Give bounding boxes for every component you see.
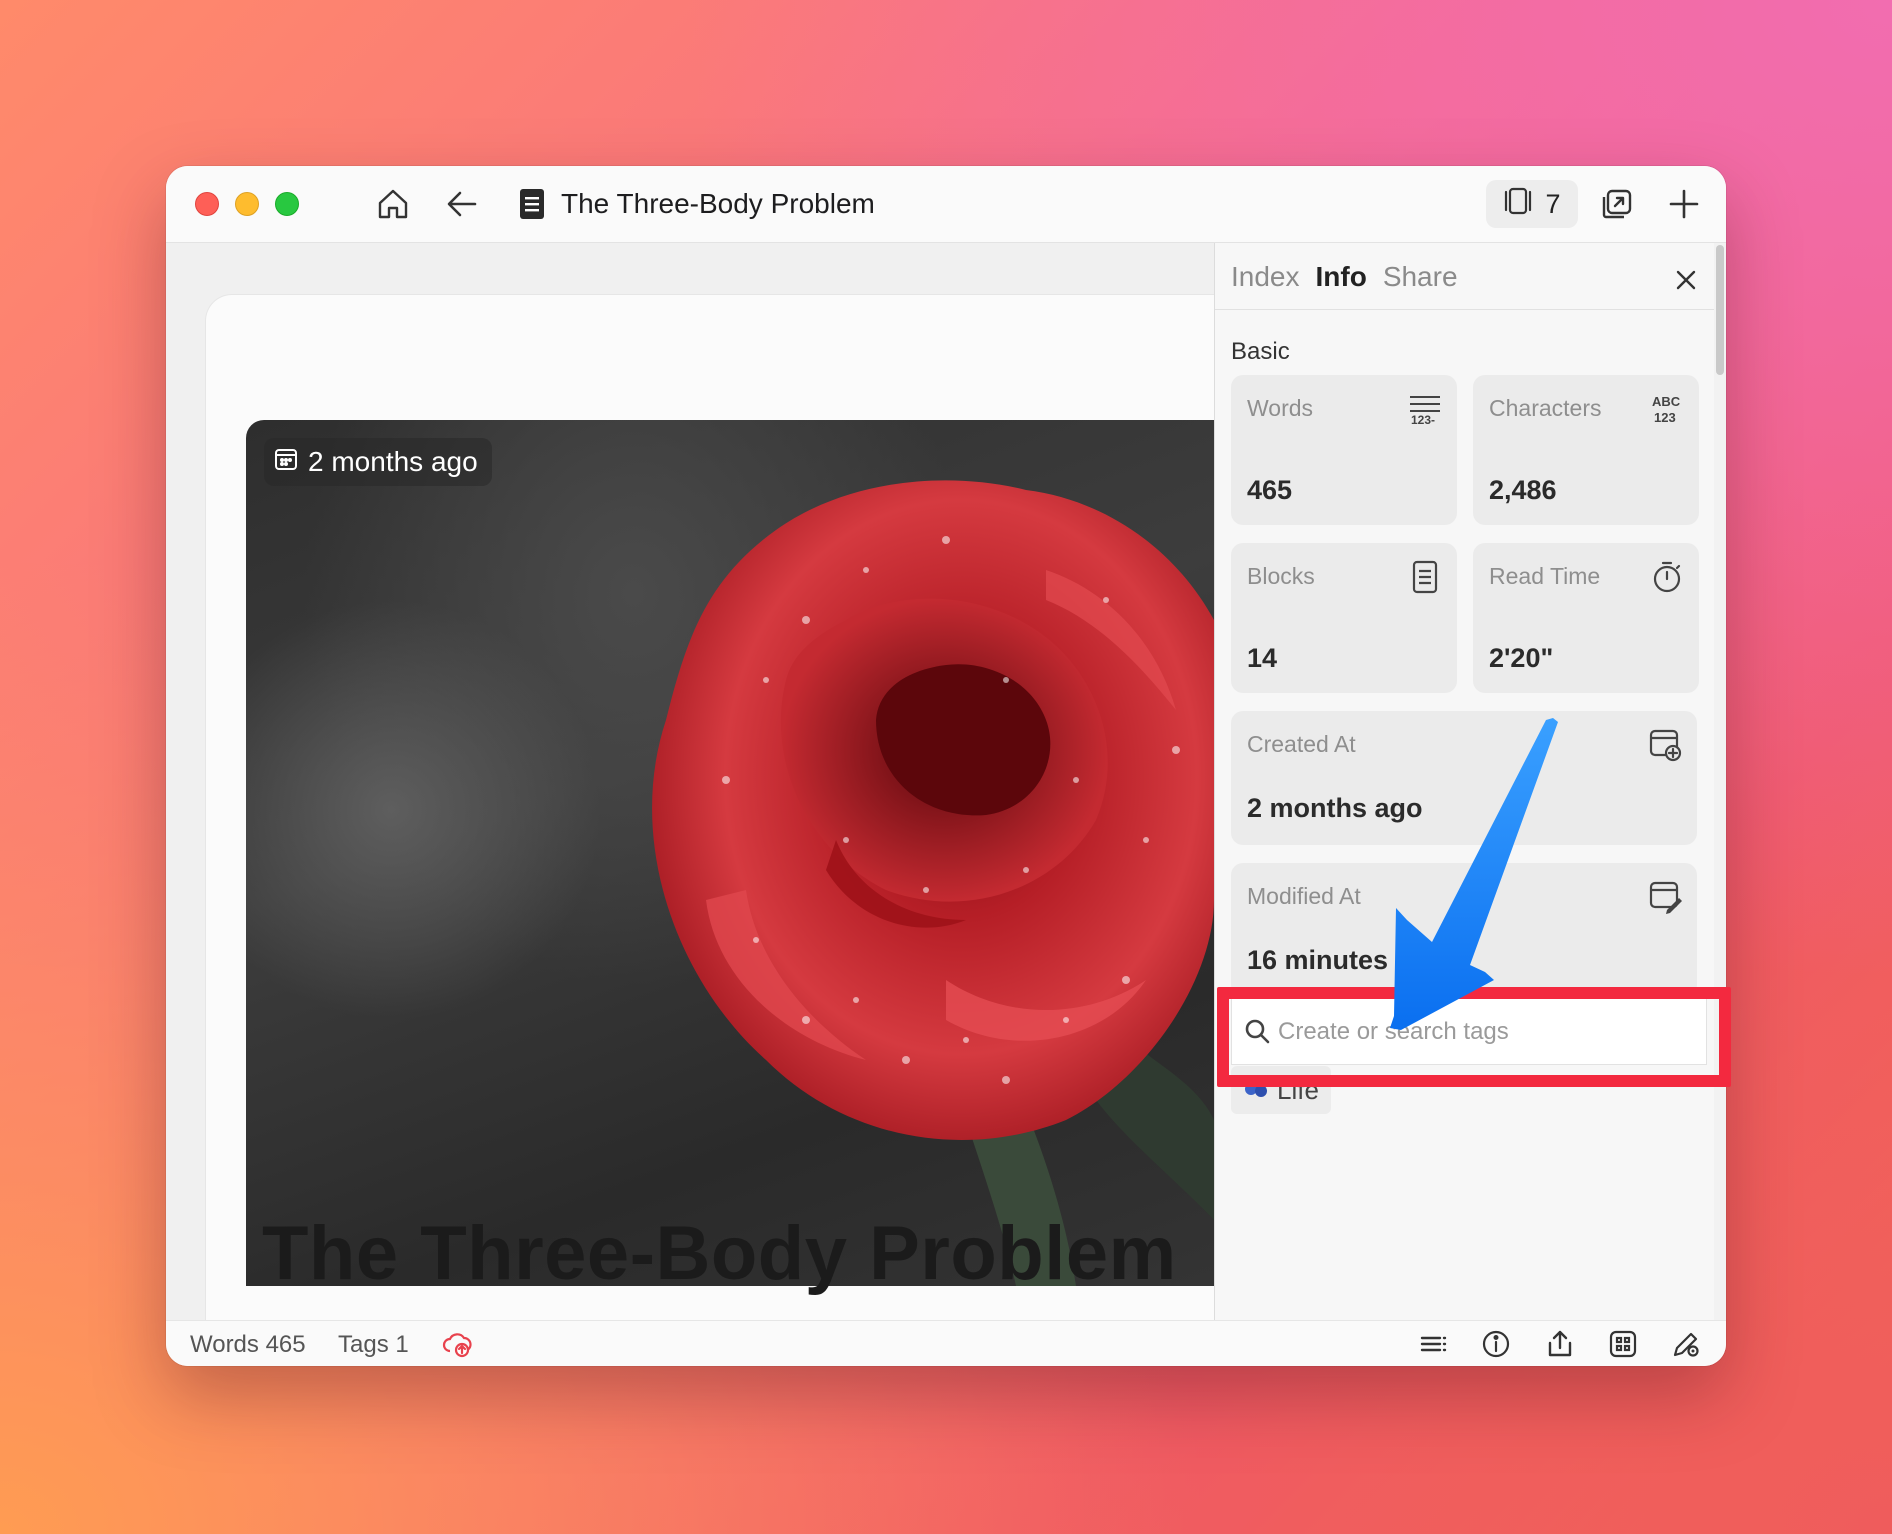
svg-text:123-: 123- <box>1411 413 1435 427</box>
blocks-icon <box>1407 559 1443 600</box>
tab-info[interactable]: Info <box>1316 261 1367 293</box>
created-at-label: Created At <box>1247 731 1356 757</box>
status-bar: Words 465 Tags 1 <box>166 1320 1726 1366</box>
timer-icon <box>1649 559 1685 600</box>
panel-tabs: Index Info Share <box>1231 261 1458 293</box>
calendar-icon <box>274 446 298 478</box>
stat-words: Words 123- 465 <box>1231 375 1457 525</box>
date-chip-label: 2 months ago <box>308 446 478 477</box>
cloud-sync-icon[interactable] <box>440 1327 474 1361</box>
scrollbar-thumb[interactable] <box>1716 245 1724 375</box>
section-label: Basic <box>1231 338 1290 365</box>
date-chip[interactable]: 2 months ago <box>264 438 492 486</box>
document-title: The Three-Body Problem <box>561 188 875 219</box>
info-icon[interactable] <box>1479 1327 1513 1361</box>
share-icon[interactable] <box>1543 1327 1577 1361</box>
annotation-arrow <box>1370 710 1570 1045</box>
stat-label: Characters <box>1489 395 1602 421</box>
plus-icon[interactable] <box>1664 184 1704 224</box>
close-window-button[interactable] <box>195 192 219 216</box>
pen-settings-icon[interactable] <box>1669 1327 1703 1361</box>
stat-value: 2'20" <box>1489 643 1554 673</box>
open-tabs-button[interactable]: 7 <box>1486 180 1578 228</box>
stat-value: 14 <box>1247 643 1278 673</box>
stat-value: 2,486 <box>1489 475 1557 505</box>
stat-label: Blocks <box>1247 563 1315 589</box>
tab-share[interactable]: Share <box>1383 261 1458 293</box>
tag-count-status[interactable]: Tags 1 <box>338 1331 409 1359</box>
modified-at-label: Modified At <box>1247 883 1361 909</box>
stat-characters: Characters ABC 123 2,486 <box>1473 375 1699 525</box>
open-in-window-icon[interactable] <box>1597 184 1637 224</box>
calendar-add-icon <box>1647 727 1683 768</box>
page-title: The Three-Body Problem <box>262 1211 1177 1296</box>
close-panel-icon[interactable] <box>1671 265 1701 295</box>
document-icon <box>512 184 552 224</box>
home-icon[interactable] <box>373 184 413 224</box>
word-count-icon: 123- <box>1407 391 1443 432</box>
tab-index[interactable]: Index <box>1231 261 1300 293</box>
back-arrow-icon[interactable] <box>442 184 482 224</box>
word-count-status[interactable]: Words 465 <box>190 1331 306 1359</box>
character-count-icon: ABC 123 <box>1649 391 1685 432</box>
cover-image[interactable]: 2 months ago <box>246 420 1214 1286</box>
calendar-edit-icon <box>1647 879 1683 920</box>
grid-icon[interactable] <box>1606 1327 1640 1361</box>
stat-label: Read Time <box>1489 563 1601 589</box>
tab-count: 7 <box>1545 188 1561 219</box>
stat-blocks: Blocks 14 <box>1231 543 1457 693</box>
stat-value: 465 <box>1247 475 1293 505</box>
rose-photo <box>652 480 1214 1286</box>
svg-text:123: 123 <box>1654 410 1676 425</box>
outline-icon[interactable] <box>1416 1327 1450 1361</box>
panel-scrollbar[interactable] <box>1714 243 1726 1320</box>
zoom-window-button[interactable] <box>275 192 299 216</box>
tabs-icon <box>1503 186 1533 223</box>
minimize-window-button[interactable] <box>235 192 259 216</box>
panel-divider <box>1215 309 1715 310</box>
titlebar: The Three-Body Problem 7 <box>166 166 1726 243</box>
stat-label: Words <box>1247 395 1314 421</box>
svg-text:ABC: ABC <box>1652 394 1681 409</box>
stat-read-time: Read Time 2'20" <box>1473 543 1699 693</box>
